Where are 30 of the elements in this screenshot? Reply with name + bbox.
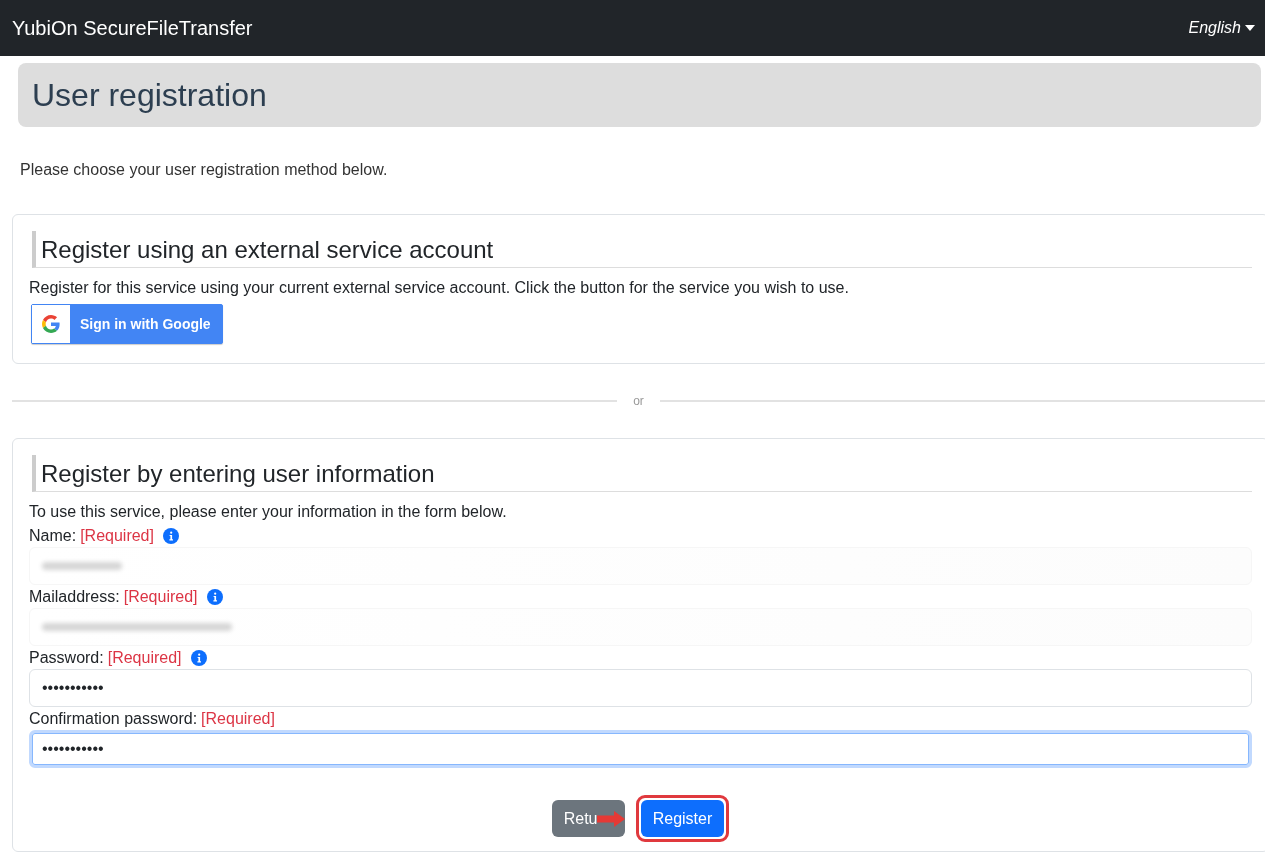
input-field[interactable] [29,547,1252,585]
required-label: [Required] [80,526,154,546]
return-button[interactable]: Retu [551,800,625,837]
section-description: To use this service, please enter your information in the form below. [29,502,508,522]
google-sign-in-button[interactable]: Sign in with Google [31,304,223,344]
caret-icon [1245,25,1255,31]
required-label: [Required] [201,709,275,729]
g-logo-icon [32,305,70,343]
required-label: [Required] [123,587,198,607]
field-label: Name: [29,526,77,546]
info-icon[interactable] [190,649,207,666]
info-icon[interactable] [162,527,179,544]
field-label: Mailaddress: [29,587,120,607]
field-label: Password: [29,648,104,668]
brand-title[interactable]: YubiOn SecureFileTransfer [12,16,253,40]
divider-text: or [632,394,645,408]
password-field[interactable]: ••••••••••• [29,669,1252,707]
required-label: [Required] [107,648,182,668]
language-dropdown[interactable]: English [1188,19,1255,37]
input-field[interactable] [29,608,1252,646]
register-button[interactable]: Register [640,800,725,837]
password-field[interactable]: ••••••••••• [29,730,1252,768]
info-icon[interactable] [206,588,223,605]
intro-text: Please choose your user registration method below. [20,160,389,180]
section-description: Register for this service using your current external service account. Click the button for the service you wish to use. [29,278,850,298]
field-label: Confirmation password: [29,709,198,729]
section-heading: Register using an external service account [32,231,1252,268]
section-heading: Register by entering user information [32,455,1252,492]
arrow-right-icon [596,810,625,827]
page-title: User registration [32,76,267,114]
